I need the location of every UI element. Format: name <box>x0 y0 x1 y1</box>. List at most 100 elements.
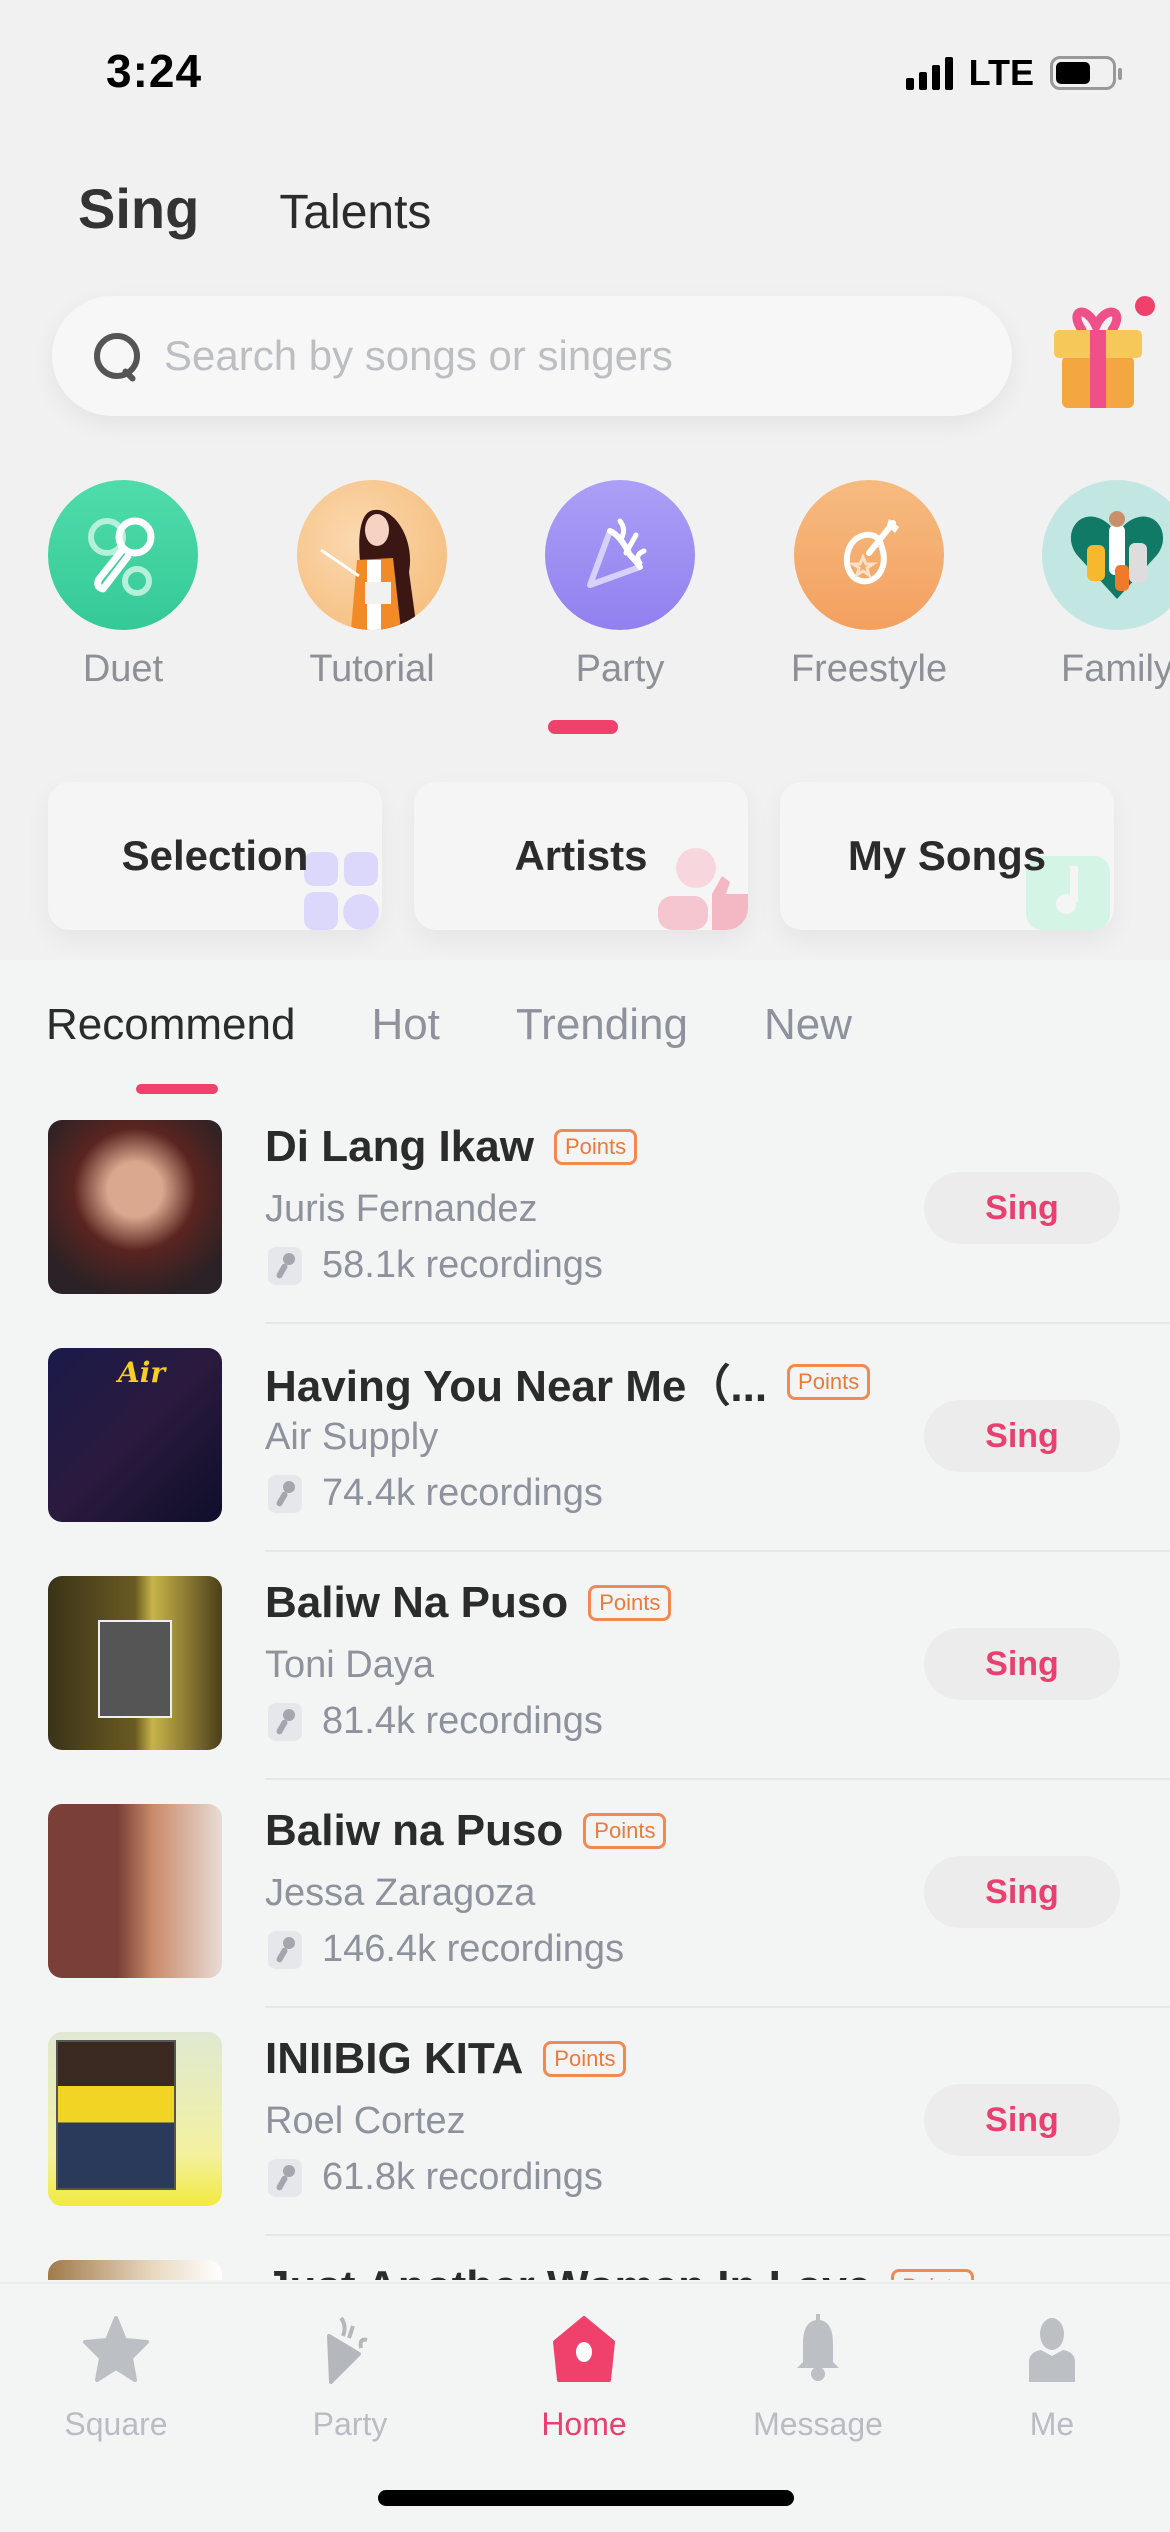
points-badge: Points <box>553 1129 638 1165</box>
nav-label: Me <box>1029 2406 1075 2442</box>
category-tutorial[interactable]: Tutorial <box>267 480 477 691</box>
song-artist: Roel Cortez <box>265 2100 466 2142</box>
active-tab-indicator <box>136 1084 218 1094</box>
search-bar[interactable] <box>52 296 1012 416</box>
recording-count: 146.4k recordings <box>322 1928 625 1970</box>
tab-trending[interactable]: Trending <box>516 1000 688 1050</box>
divider <box>265 1778 1170 1780</box>
shortcut-cards: Selection Artists My Songs <box>48 782 1114 930</box>
sing-button[interactable]: Sing <box>924 1172 1120 1244</box>
microphone-duet-icon <box>48 480 198 630</box>
nav-me[interactable]: Me <box>952 2304 1152 2443</box>
notification-dot <box>1135 296 1155 316</box>
sing-button[interactable]: Sing <box>924 2084 1120 2156</box>
card-label: Artists <box>514 832 648 879</box>
battery-icon <box>1050 56 1122 90</box>
search-icon <box>92 331 142 381</box>
points-badge: Points <box>891 2269 975 2280</box>
my-songs-card[interactable]: My Songs <box>780 782 1114 930</box>
microphone-icon <box>268 1702 302 1741</box>
section-tabs: Recommend Hot Trending New <box>46 1000 852 1050</box>
sing-button[interactable]: Sing <box>924 1856 1120 1928</box>
song-row[interactable]: Di Lang Ikaw Points Juris Fernandez 58.1… <box>0 1120 1170 1348</box>
album-cover[interactable] <box>48 1576 222 1750</box>
recording-count: 81.4k recordings <box>322 1700 603 1742</box>
song-artist: Air Supply <box>265 1416 439 1458</box>
artists-card[interactable]: Artists <box>414 782 748 930</box>
sing-button[interactable]: Sing <box>924 1628 1120 1700</box>
album-cover[interactable] <box>48 2032 222 2206</box>
song-row[interactable]: Baliw Na Puso Points Toni Daya 81.4k rec… <box>0 1576 1170 1804</box>
recording-count: 58.1k recordings <box>322 1244 603 1286</box>
category-duet[interactable]: Duet <box>18 480 228 691</box>
album-cover[interactable] <box>48 2260 222 2280</box>
category-label: Party <box>575 648 665 690</box>
gift-icon <box>1054 307 1142 408</box>
song-list[interactable]: Di Lang Ikaw Points Juris Fernandez 58.1… <box>0 1120 1170 2280</box>
nav-message[interactable]: Message <box>718 2304 918 2443</box>
nav-square[interactable]: Square <box>16 2304 216 2443</box>
divider <box>265 2234 1170 2236</box>
teacher-illustration-icon <box>297 480 447 630</box>
song-artist: Jessa Zaragoza <box>265 1872 536 1914</box>
card-label: Selection <box>121 832 309 879</box>
category-label: Freestyle <box>790 648 948 690</box>
divider <box>265 1322 1170 1324</box>
selection-card[interactable]: Selection <box>48 782 382 930</box>
song-row[interactable]: Air Having You Near Me（... Points Air Su… <box>0 1348 1170 1576</box>
home-icon <box>553 2316 615 2382</box>
song-row[interactable]: INIIBIG KITA Points Roel Cortez 61.8k re… <box>0 2032 1170 2260</box>
song-title: Having You Near Me（... <box>265 1362 768 1411</box>
tab-talents[interactable]: Talents <box>279 185 431 240</box>
song-artist: Juris Fernandez <box>265 1188 538 1230</box>
sing-button[interactable]: Sing <box>924 1400 1120 1472</box>
guitar-icon <box>794 480 944 630</box>
album-cover[interactable] <box>48 1120 222 1294</box>
song-row[interactable]: Just Another Woman In Love Points <box>0 2260 1170 2280</box>
home-indicator[interactable] <box>378 2490 794 2506</box>
tab-sing[interactable]: Sing <box>78 176 199 241</box>
nav-label: Square <box>64 2406 168 2442</box>
song-row[interactable]: Baliw na Puso Points Jessa Zaragoza 146.… <box>0 1804 1170 2032</box>
signal-icon <box>905 56 953 90</box>
song-artist: Toni Daya <box>265 1644 434 1686</box>
party-popper-icon <box>327 2316 368 2384</box>
microphone-icon <box>268 1474 302 1513</box>
grid-icon <box>304 852 379 930</box>
recording-count: 61.8k recordings <box>322 2156 603 2198</box>
song-title: INIIBIG KITA <box>265 2034 524 2083</box>
points-badge: Points <box>787 1364 871 1400</box>
song-title: Baliw na Puso <box>265 1806 564 1855</box>
nav-home[interactable]: Home <box>484 2304 684 2443</box>
category-label: Duet <box>82 648 164 690</box>
category-freestyle[interactable]: Freestyle <box>764 480 974 691</box>
album-cover[interactable]: Air <box>48 1348 222 1522</box>
divider <box>265 2006 1170 2008</box>
party-popper-icon <box>545 480 695 630</box>
header-tabs: Sing Talents <box>78 176 431 241</box>
category-family[interactable]: Family <box>1012 480 1170 691</box>
song-title: Just Another Woman In Love <box>265 2262 871 2280</box>
microphone-icon <box>268 1930 302 1969</box>
nav-label: Party <box>312 2406 388 2442</box>
microphone-icon <box>268 2158 302 2197</box>
search-input[interactable] <box>164 332 964 380</box>
category-party[interactable]: Party <box>515 480 725 691</box>
album-cover[interactable] <box>48 1804 222 1978</box>
category-label: Tutorial <box>309 648 435 690</box>
recording-count: 74.4k recordings <box>322 1472 603 1514</box>
nav-party[interactable]: Party <box>250 2304 450 2443</box>
category-label: Family <box>1061 648 1170 690</box>
tab-new[interactable]: New <box>764 1000 852 1050</box>
points-badge: Points <box>588 1585 672 1621</box>
tab-hot[interactable]: Hot <box>371 1000 439 1050</box>
gift-button[interactable] <box>1048 300 1148 410</box>
status-time: 3:24 <box>106 45 203 97</box>
tab-recommend[interactable]: Recommend <box>46 1000 295 1050</box>
category-row: Duet Tutorial Party Freestyle Family <box>0 480 1170 700</box>
status-bar: 3:24 LTE <box>0 0 1170 150</box>
category-scroll-indicator <box>548 720 618 734</box>
song-title: Di Lang Ikaw <box>265 1122 534 1171</box>
card-label: My Songs <box>847 832 1047 879</box>
family-heart-icon <box>1042 480 1170 630</box>
